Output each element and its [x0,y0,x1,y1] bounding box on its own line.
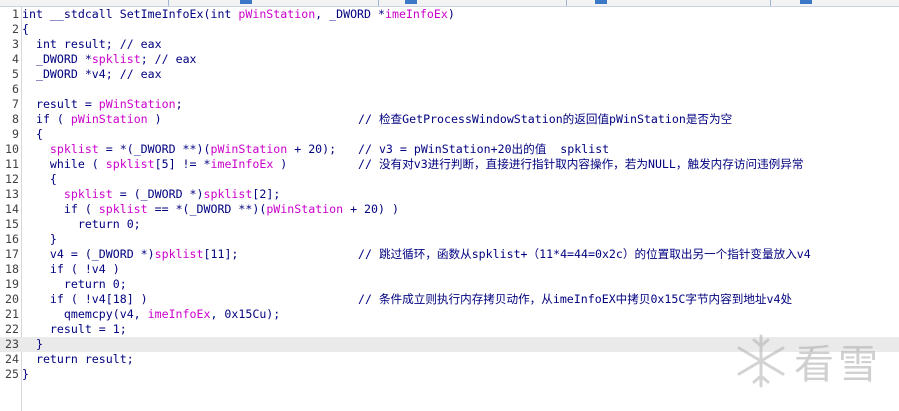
line-number: 25 [5,367,19,381]
code-line[interactable]: 5 _DWORD *v4; // eax [0,67,899,82]
code-line[interactable]: 19 return 0; [0,277,899,292]
code-text[interactable]: if ( spklist == *(_DWORD **)(pWinStation… [22,202,399,217]
code-line[interactable]: 20 if ( !v4[18] ) // 条件成立则执行内存拷贝动作，从imeIn… [0,292,899,307]
line-number: 21 [5,307,19,321]
line-number: 10 [5,142,19,156]
code-line[interactable]: 21 qmemcpy(v4, imeInfoEx, 0x15Cu); [0,307,899,322]
tab-icon[interactable] [405,0,417,4]
code-line[interactable]: 18 if ( !v4 ) [0,262,899,277]
code-text[interactable]: { [22,172,57,187]
code-comment: // 条件成立则执行内存拷贝动作，从imeInfoEX中拷贝0x15C字节内容到… [358,292,793,306]
code-text[interactable]: { [22,127,43,142]
tab-separator [566,0,567,6]
snowflake-icon [737,334,785,388]
line-number: 7 [12,97,19,111]
line-number: 8 [12,112,19,126]
code-text[interactable]: if ( !v4 ) [22,262,120,277]
code-line[interactable]: 7 result = pWinStation; [0,97,899,112]
code-text[interactable]: qmemcpy(v4, imeInfoEx, 0x15Cu); [22,307,280,322]
code-text[interactable]: { [22,22,29,37]
line-number: 2 [12,22,19,36]
code-line[interactable]: 15 return 0; [0,217,899,232]
code-line[interactable]: 8 if ( pWinStation ) // 检查GetProcessWindo… [0,112,899,127]
code-line[interactable]: 9 { [0,127,899,142]
tab-separator [770,0,771,6]
code-text[interactable]: if ( !v4[18] ) [22,292,148,307]
line-number: 22 [5,322,19,336]
line-number: 16 [5,232,19,246]
code-line[interactable]: 14 if ( spklist == *(_DWORD **)(pWinStat… [0,202,899,217]
line-number: 1 [12,7,19,21]
code-comment: // v3 = pWinStation+20出的值 spklist [358,142,610,156]
line-number: 24 [5,352,19,366]
code-line[interactable]: 10 spklist = *(_DWORD **)(pWinStation + … [0,142,899,157]
code-line[interactable]: 6 [0,82,899,97]
code-line[interactable]: 12 { [0,172,899,187]
line-number: 17 [5,247,19,261]
tab-icon[interactable] [240,0,252,4]
line-number: 19 [5,277,19,291]
code-text[interactable]: int result; // eax [22,37,162,52]
line-number: 5 [12,67,19,81]
line-number: 13 [5,187,19,201]
code-comment: // 检查GetProcessWindowStation的返回值pWinStat… [358,112,733,126]
code-line[interactable]: 1 int __stdcall SetImeInfoEx(int pWinStat… [0,7,899,22]
tab-strip [0,0,899,7]
tab-separator [168,0,169,6]
code-line[interactable]: 17 v4 = (_DWORD *)spklist[11]; // 跳过循环，函数… [0,247,899,262]
line-number: 9 [12,127,19,141]
code-line[interactable]: 4 _DWORD *spklist; // eax [0,52,899,67]
pseudocode-view[interactable]: 1 int __stdcall SetImeInfoEx(int pWinStat… [0,7,899,382]
code-text[interactable]: return 0; [22,217,141,232]
code-text[interactable]: } [22,367,29,382]
code-line[interactable]: 16 } [0,232,899,247]
line-number: 4 [12,52,19,66]
line-number: 18 [5,262,19,276]
code-text[interactable]: } [22,337,43,352]
code-text[interactable]: return result; [22,352,134,367]
code-text[interactable]: if ( pWinStation ) [22,112,162,127]
line-number: 12 [5,172,19,186]
code-text[interactable]: int __stdcall SetImeInfoEx(int pWinStati… [22,7,455,22]
line-number: 20 [5,292,19,306]
code-text[interactable]: result = 1; [22,322,127,337]
code-text[interactable]: v4 = (_DWORD *)spklist[11]; [22,247,239,262]
line-number: 15 [5,217,19,231]
code-line[interactable]: 13 spklist = (_DWORD *)spklist[2]; [0,187,899,202]
line-number: 6 [12,82,19,96]
code-line[interactable]: 3 int result; // eax [0,37,899,52]
code-text[interactable]: spklist = *(_DWORD **)(pWinStation + 20)… [22,142,336,157]
code-text[interactable]: spklist = (_DWORD *)spklist[2]; [22,187,280,202]
line-number: 3 [12,37,19,51]
line-number: 11 [5,157,19,171]
code-text[interactable]: return 0; [22,277,127,292]
code-text[interactable]: result = pWinStation; [22,97,183,112]
code-text[interactable]: while ( spklist[5] != *imeInfoEx ) [22,157,287,172]
code-text[interactable]: } [22,232,57,247]
tab-separator [378,0,379,6]
code-line[interactable]: 2{ [0,22,899,37]
code-text[interactable]: _DWORD *spklist; // eax [22,52,197,67]
tab-icon[interactable] [800,0,812,4]
code-line[interactable]: 11 while ( spklist[5] != *imeInfoEx ) // … [0,157,899,172]
watermark-text: 看雪 [794,342,882,388]
code-comment: // 没有对v3进行判断，直接进行指针取内容操作，若为NULL，触发内存访问违例… [358,157,804,171]
code-text[interactable]: _DWORD *v4; // eax [22,67,162,82]
line-number: 23 [5,337,19,351]
code-comment: // 跳过循环，函数从spklist+（11*4=44=0x2c）的位置取出另一… [358,247,811,261]
line-number: 14 [5,202,19,216]
kanxue-watermark: 看雪 [732,330,892,392]
tab-icon[interactable] [595,0,607,4]
